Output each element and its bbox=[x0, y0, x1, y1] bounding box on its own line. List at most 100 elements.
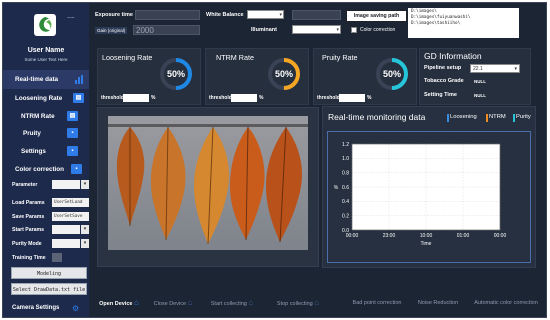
chart-title: Real-time monitoring data bbox=[328, 112, 426, 122]
nav-color-correction[interactable]: Color correction ▪ bbox=[3, 160, 89, 179]
camera-image-panel bbox=[97, 107, 319, 267]
nav-label: Settings bbox=[21, 148, 46, 155]
gain-label: Gain (original) bbox=[95, 27, 128, 34]
white-balance-select[interactable]: ▾ bbox=[247, 10, 284, 19]
param-row-start: Start Params ▾ bbox=[9, 225, 89, 235]
home-icon: ⌂ bbox=[248, 298, 254, 307]
y-tick-label: 0.2 bbox=[342, 213, 349, 219]
legend-swatch bbox=[486, 114, 488, 122]
user-subtitle: Some User Text Here bbox=[24, 57, 68, 62]
stop-collecting-button[interactable]: Stop collecting ⌂ bbox=[265, 291, 331, 315]
legend-loosening: Loosening bbox=[447, 114, 477, 122]
load-params-input[interactable]: UserSetLoad bbox=[52, 198, 89, 207]
select-file-button[interactable]: Select DrawData.txt file bbox=[11, 283, 87, 295]
ntrm-rate-panel: NTRM Rate 50% threshold % bbox=[205, 48, 309, 105]
gauge-value: 50% bbox=[383, 69, 401, 79]
saving-path-list[interactable]: D:\images\ D:\images\fuiyuanwashi\ D:\im… bbox=[408, 8, 519, 38]
pipeline-select[interactable]: 22.1 ▾ bbox=[470, 64, 520, 73]
y-axis-label: % bbox=[334, 185, 339, 191]
x-tick-label: 01:00 bbox=[457, 233, 470, 239]
home-icon: ⌂ bbox=[314, 298, 320, 307]
white-balance-value[interactable] bbox=[292, 10, 341, 20]
chevron-down-icon[interactable]: ▾ bbox=[81, 225, 89, 234]
square-icon: ▪ bbox=[67, 146, 78, 156]
legend-ntrm: NTRM bbox=[486, 114, 506, 122]
nav-label: Loosening Rate bbox=[15, 95, 63, 102]
x-tick-label: 23:00 bbox=[383, 233, 396, 239]
camera-settings-label: Camera Settings bbox=[12, 305, 60, 311]
app-window: ........ User Name Some User Text Here R… bbox=[2, 2, 547, 318]
param-label: Training Time bbox=[12, 255, 46, 261]
chevron-down-icon[interactable]: ▾ bbox=[81, 180, 89, 189]
threshold-label: threshold bbox=[209, 95, 232, 101]
panel-title: Loosening Rate bbox=[102, 53, 153, 62]
panel-title: Pruity Rate bbox=[322, 53, 358, 62]
nav-label: Color correction bbox=[15, 166, 64, 173]
exposure-label: Exposure time bbox=[95, 12, 133, 18]
gain-input[interactable]: 2000 bbox=[133, 25, 200, 35]
parameter-select[interactable] bbox=[52, 180, 80, 189]
chevron-down-icon[interactable]: ▾ bbox=[81, 239, 89, 248]
save-params-input[interactable]: UserSetSave bbox=[52, 212, 89, 221]
tobacco-grade-label: Tobacco Grade bbox=[424, 78, 464, 84]
training-time-input[interactable] bbox=[52, 253, 62, 262]
loosening-gauge: 50% bbox=[160, 58, 192, 90]
loosening-rate-panel: Loosening Rate 50% threshold % bbox=[97, 48, 201, 105]
threshold-unit: % bbox=[367, 95, 372, 101]
nav-settings[interactable]: Settings ▪ bbox=[3, 142, 89, 161]
exposure-input[interactable] bbox=[135, 10, 200, 20]
param-row-save: Save Params UserSetSave bbox=[9, 212, 89, 222]
illuminant-select[interactable]: ▾ bbox=[292, 25, 341, 34]
path-item: D:\images\tashiiho\ bbox=[411, 21, 461, 26]
noise-reduction-button[interactable]: Noise Reduction bbox=[411, 291, 465, 315]
close-device-button[interactable]: Close Device ⌂ bbox=[148, 291, 198, 315]
chevron-down-icon: ▾ bbox=[336, 27, 339, 33]
pruity-gauge: 50% bbox=[376, 58, 408, 90]
param-row-training: Training Time bbox=[9, 253, 89, 263]
nav-loosening-rate[interactable]: Loosening Rate ▤ bbox=[3, 89, 89, 108]
y-tick-label: 0.6 bbox=[342, 185, 349, 191]
nav-pruity[interactable]: Pruity ▪ bbox=[3, 124, 89, 143]
pipeline-label: Pipeline setup bbox=[424, 65, 462, 71]
purity-mode-select[interactable] bbox=[52, 239, 80, 248]
modeling-button[interactable]: Modeling bbox=[11, 267, 87, 279]
tobacco-grade-value: NULL bbox=[474, 79, 486, 84]
start-collecting-button[interactable]: Start collecting ⌂ bbox=[200, 291, 264, 315]
nav-real-time-data[interactable]: Real-time data bbox=[3, 70, 89, 89]
x-tick-label: 00:00 bbox=[346, 233, 359, 239]
home-icon: ⌂ bbox=[134, 298, 139, 307]
button-label: Open Device bbox=[99, 301, 133, 307]
illuminant-label: Illuminant bbox=[251, 27, 277, 33]
bad-point-correction-button[interactable]: Bad point correction bbox=[344, 291, 410, 315]
app-logo bbox=[34, 14, 56, 36]
threshold-input[interactable] bbox=[339, 94, 365, 102]
x-tick-label: 00:00 bbox=[494, 233, 507, 239]
legend-label: Purity bbox=[516, 114, 531, 120]
y-tick-label: 0.4 bbox=[342, 199, 349, 205]
nav-label: Pruity bbox=[23, 130, 41, 137]
threshold-input[interactable] bbox=[231, 94, 257, 102]
button-label: Start collecting bbox=[210, 301, 247, 307]
start-params-select[interactable] bbox=[52, 225, 80, 234]
legend-purity: Purity bbox=[513, 114, 531, 122]
gauge-value: 50% bbox=[275, 69, 293, 79]
pruity-rate-panel: Pruity Rate 50% threshold % bbox=[313, 48, 417, 105]
setting-time-value: NULL bbox=[474, 93, 486, 98]
button-label: Close Device bbox=[153, 301, 187, 307]
gauge-value: 50% bbox=[167, 69, 185, 79]
chevron-down-icon: ▾ bbox=[279, 12, 282, 18]
color-correction-checkbox[interactable] bbox=[351, 27, 357, 33]
param-row-load: Load Params UserSetLoad bbox=[9, 198, 89, 208]
image-saving-path-button[interactable]: Image saving path bbox=[346, 10, 407, 22]
y-tick-label: 1.2 bbox=[342, 142, 349, 148]
image-icon: ▤ bbox=[73, 93, 84, 103]
automatic-color-correction-button[interactable]: Automatic color correction bbox=[466, 291, 546, 315]
threshold-input[interactable] bbox=[123, 94, 149, 102]
setting-time-label: Setting Time bbox=[424, 92, 457, 98]
square-icon: ▪ bbox=[67, 128, 78, 138]
param-row-purity-mode: Purity Mode ▾ bbox=[9, 239, 89, 249]
chart-frame: 1.2 1.0 0.8 0.6 0.4 0.2 0.0 00:00 23:00 10:00 01:0… bbox=[327, 131, 531, 263]
open-device-button[interactable]: Open Device ⌂ bbox=[91, 291, 147, 315]
camera-settings[interactable]: Camera Settings ⚙ bbox=[3, 301, 89, 315]
threshold-unit: % bbox=[151, 95, 156, 101]
